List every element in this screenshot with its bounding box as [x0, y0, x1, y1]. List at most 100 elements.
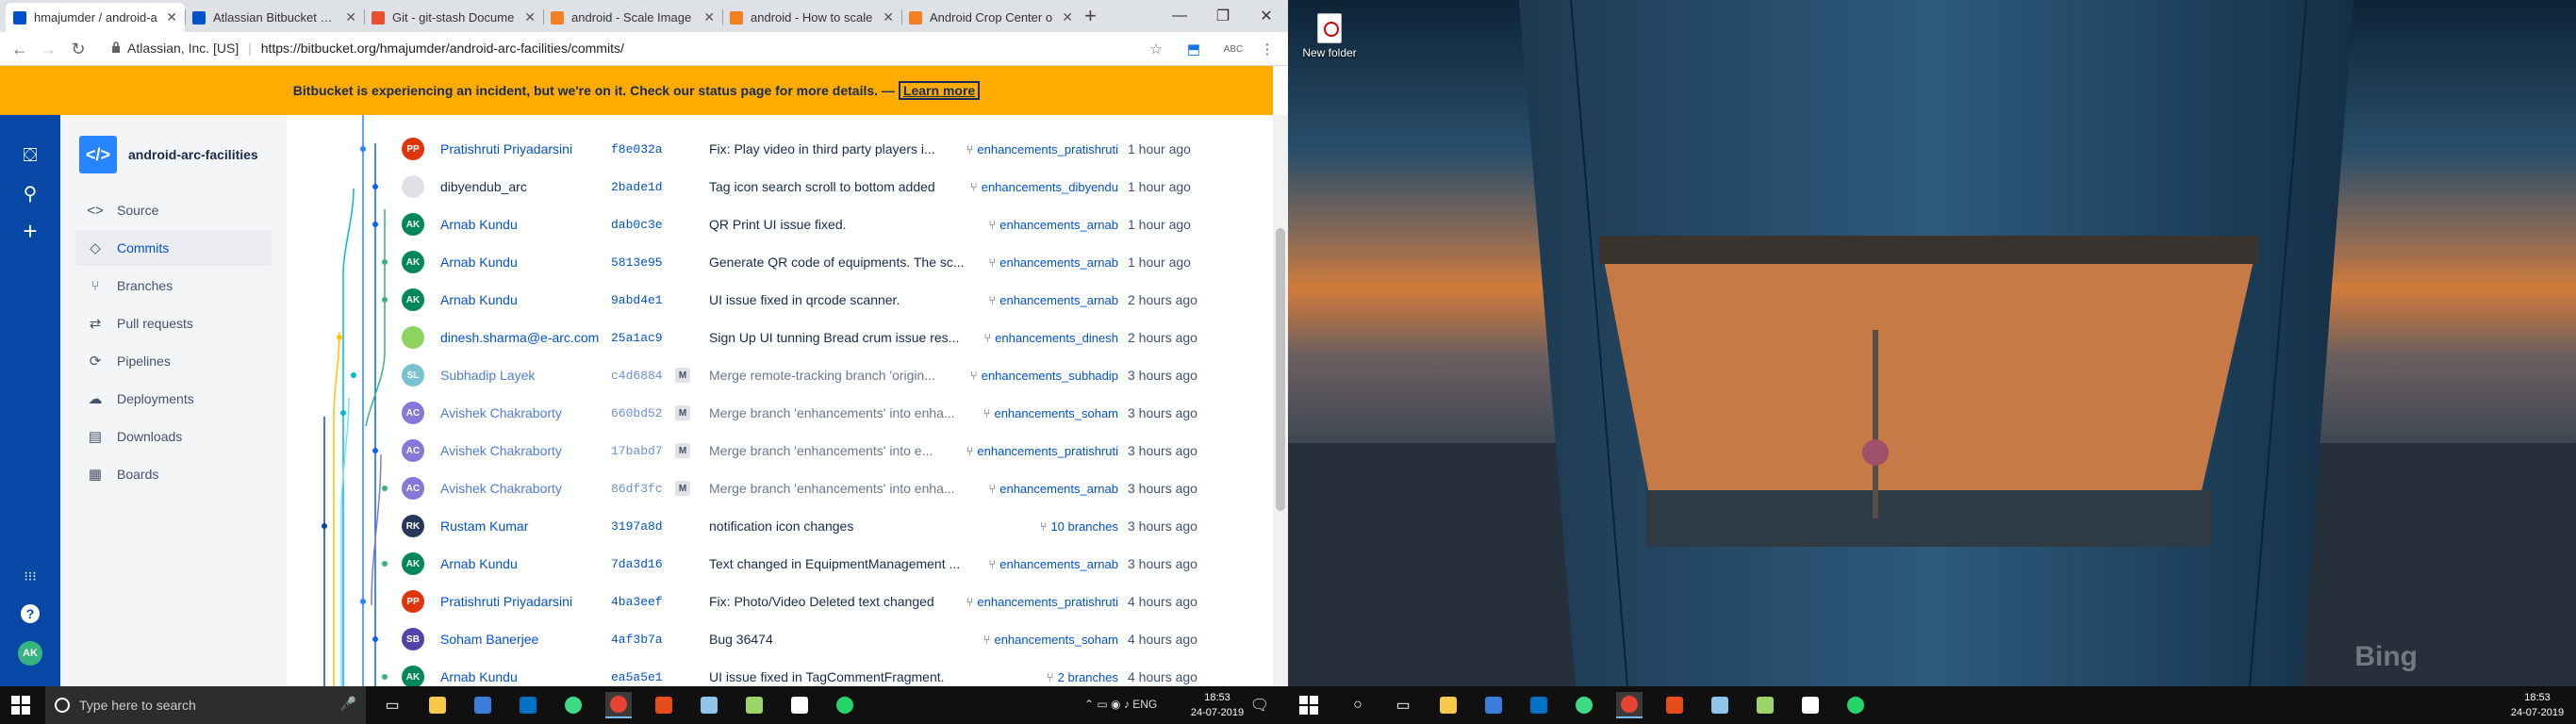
- page-scrollbar[interactable]: [1273, 115, 1288, 686]
- android-studio-icon[interactable]: [560, 692, 586, 718]
- repo-name[interactable]: android-arc-facilities: [128, 147, 258, 162]
- tab-0[interactable]: hmajumder / android-a ✕: [6, 3, 185, 32]
- commit-row[interactable]: AK Arnab Kundu ea5a5e1 UI issue fixed in Ta…: [287, 658, 1273, 686]
- bookmark-star-icon[interactable]: ☆: [1147, 40, 1165, 58]
- commit-author[interactable]: Arnab Kundu: [440, 217, 518, 232]
- microphone-icon[interactable]: 🎤: [340, 696, 356, 712]
- taskbar-search[interactable]: Type here to search 🎤: [45, 686, 366, 724]
- notepad-icon-right[interactable]: [1707, 692, 1733, 718]
- commit-author[interactable]: Avishek Chakraborty: [440, 405, 562, 420]
- forward-button[interactable]: →: [38, 39, 58, 59]
- commit-hash-link[interactable]: 3197a8d: [611, 519, 663, 534]
- commit-row[interactable]: AC Avishek Chakraborty 17babd7 M Merge branc…: [287, 432, 1273, 469]
- terminal-icon[interactable]: [786, 692, 813, 718]
- extension-icon[interactable]: ⬒: [1184, 40, 1203, 58]
- calculator-icon[interactable]: [470, 692, 496, 718]
- file-explorer-icon-right[interactable]: [1435, 692, 1461, 718]
- calculator-icon-right[interactable]: [1480, 692, 1507, 718]
- windows-start-icon-right[interactable]: [1299, 696, 1318, 715]
- sidebar-item-branches[interactable]: ⑂ Branches: [75, 268, 272, 304]
- commit-hash-link[interactable]: c4d6884: [611, 369, 663, 383]
- new-tab-button[interactable]: +: [1084, 4, 1097, 28]
- terminal-icon-right[interactable]: [1797, 692, 1824, 718]
- commit-branch-link[interactable]: ⑂ enhancements_dibyendu: [970, 180, 1118, 194]
- clock-right[interactable]: 18:53 24-07-2019: [2504, 690, 2570, 720]
- tab-1[interactable]: Atlassian Bitbucket Sta ✕: [185, 3, 364, 32]
- commit-author[interactable]: Arnab Kundu: [440, 669, 518, 684]
- commit-hash-link[interactable]: 4ba3eef: [611, 595, 663, 609]
- commit-hash-link[interactable]: 9abd4e1: [611, 293, 663, 307]
- create-icon[interactable]: +: [16, 217, 44, 245]
- commit-hash-link[interactable]: 17babd7: [611, 444, 663, 458]
- learn-more-link[interactable]: Learn more: [898, 81, 981, 100]
- commit-author[interactable]: Arnab Kundu: [440, 556, 518, 571]
- repo-icon[interactable]: </>: [79, 136, 117, 173]
- commit-branch-link[interactable]: ⑂ enhancements_arnab: [988, 557, 1118, 571]
- commit-hash-link[interactable]: f8e032a: [611, 142, 663, 156]
- notepadpp-icon-right[interactable]: [1752, 692, 1778, 718]
- commit-hash-link[interactable]: 25a1ac9: [611, 331, 663, 345]
- file-explorer-icon[interactable]: [424, 692, 451, 718]
- commit-author[interactable]: Pratishruti Priyadarsini: [440, 141, 572, 156]
- tab-close-icon[interactable]: ✕: [1062, 9, 1073, 25]
- whatsapp-icon[interactable]: [832, 692, 858, 718]
- commit-author[interactable]: Avishek Chakraborty: [440, 443, 562, 458]
- commit-row[interactable]: SL Subhadip Layek c4d6884 M Merge remote-tra…: [287, 356, 1273, 394]
- commit-branch-link[interactable]: ⑂ enhancements_arnab: [988, 293, 1118, 307]
- maximize-button[interactable]: ❐: [1201, 0, 1245, 32]
- commit-row[interactable]: dibyendub_arc 2bade1d Tag icon search scro…: [287, 168, 1273, 206]
- commit-branch-link[interactable]: ⑂ enhancements_soham: [983, 633, 1118, 647]
- commit-author[interactable]: Arnab Kundu: [440, 292, 518, 307]
- sidebar-item-pipelines[interactable]: ⟳ Pipelines: [75, 343, 272, 379]
- commit-branch-link[interactable]: ⑂ enhancements_subhadip: [970, 369, 1118, 383]
- desktop-folder-icon[interactable]: New folder: [1301, 13, 1358, 59]
- commit-row[interactable]: AK Arnab Kundu 9abd4e1 UI issue fixed in qr…: [287, 281, 1273, 319]
- commit-author[interactable]: dinesh.sharma@e-arc.com: [440, 330, 599, 345]
- commit-row[interactable]: RK Rustam Kumar 3197a8d notification icon c…: [287, 507, 1273, 545]
- commit-author[interactable]: Avishek Chakraborty: [440, 481, 562, 496]
- commit-author[interactable]: Subhadip Layek: [440, 368, 535, 383]
- office-icon-right[interactable]: [1661, 692, 1688, 718]
- commit-row[interactable]: dinesh.sharma@e-arc.com 25a1ac9 Sign Up UI…: [287, 319, 1273, 356]
- commit-branch-link[interactable]: ⑂ enhancements_pratishruti: [966, 142, 1118, 156]
- commit-author[interactable]: Soham Banerjee: [440, 632, 538, 647]
- commit-author[interactable]: Rustam Kumar: [440, 518, 528, 534]
- task-view-icon[interactable]: ▭: [379, 692, 405, 718]
- commit-row[interactable]: PP Pratishruti Priyadarsini f8e032a Fix: Pl…: [287, 130, 1273, 168]
- commit-branch-link[interactable]: ⑂ enhancements_pratishruti: [966, 595, 1118, 609]
- url-field[interactable]: Atlassian, Inc. [US] | https://bitbucket…: [127, 41, 624, 56]
- outlook-icon-right[interactable]: [1526, 692, 1552, 718]
- commit-branch-link[interactable]: ⑂ enhancements_pratishruti: [966, 444, 1118, 458]
- commit-row[interactable]: AC Avishek Chakraborty 660bd52 M Merge branc…: [287, 394, 1273, 432]
- commit-row[interactable]: SB Soham Banerjee 4af3b7a Bug 36474 ⑂ enhance…: [287, 620, 1273, 658]
- scrollbar-thumb[interactable]: [1276, 228, 1285, 511]
- chrome-icon[interactable]: [605, 692, 632, 718]
- commit-row[interactable]: AK Arnab Kundu 7da3d16 Text changed in Equi…: [287, 545, 1273, 583]
- tab-2[interactable]: Git - git-stash Docume ✕: [364, 3, 543, 32]
- back-button[interactable]: ←: [9, 39, 30, 59]
- commit-branch-link[interactable]: ⑂ 2 branches: [1047, 670, 1118, 684]
- spellcheck-icon[interactable]: ABC: [1220, 40, 1247, 58]
- clock[interactable]: 18:53 24-07-2019: [1184, 690, 1250, 720]
- sidebar-item-source[interactable]: <> Source: [75, 192, 272, 228]
- tab-3[interactable]: android - Scale Image ✕: [543, 3, 722, 32]
- notepadpp-icon[interactable]: [741, 692, 768, 718]
- windows-start-icon[interactable]: [11, 696, 30, 715]
- app-switcher-icon[interactable]: ⁝⁝⁝: [16, 562, 44, 590]
- whatsapp-icon-right[interactable]: [1842, 692, 1869, 718]
- commit-author[interactable]: Arnab Kundu: [440, 255, 518, 270]
- commit-branch-link[interactable]: ⑂ enhancements_soham: [983, 406, 1118, 420]
- outlook-icon[interactable]: [515, 692, 541, 718]
- tab-close-icon[interactable]: ✕: [883, 9, 894, 25]
- chrome-icon-right[interactable]: [1616, 692, 1643, 718]
- commit-branch-link[interactable]: ⑂ enhancements_dinesh: [983, 331, 1118, 345]
- notification-icon[interactable]: 🗨: [1247, 692, 1273, 718]
- bitbucket-logo-icon[interactable]: ⛋: [16, 141, 44, 170]
- commit-hash-link[interactable]: 7da3d16: [611, 557, 663, 571]
- commit-hash-link[interactable]: 86df3fc: [611, 482, 663, 496]
- search-icon[interactable]: ⚲: [16, 179, 44, 207]
- commit-row[interactable]: AK Arnab Kundu dab0c3e QR Print UI issue fi…: [287, 206, 1273, 243]
- commit-row[interactable]: AK Arnab Kundu 5813e95 Generate QR code of …: [287, 243, 1273, 281]
- android-studio-icon-right[interactable]: [1571, 692, 1597, 718]
- commit-author[interactable]: Pratishruti Priyadarsini: [440, 594, 572, 609]
